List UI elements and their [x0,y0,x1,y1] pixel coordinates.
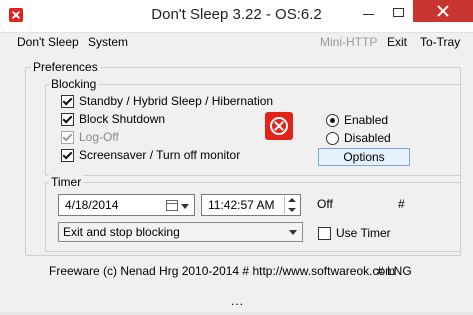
log-off-checkbox-box[interactable] [61,130,74,144]
title-bar: Don't Sleep 3.22 - OS:6.2 [0,0,473,33]
radio-disabled[interactable]: Disabled [326,131,391,145]
screensaver-checkbox-box[interactable] [61,148,74,162]
blocking-label: Blocking [49,77,99,91]
standby-label: Standby / Hybrid Sleep / Hibernation [79,94,274,108]
checkbox-screensaver[interactable]: Screensaver / Turn off monitor [61,148,240,162]
menu-exit[interactable]: Exit [387,35,407,49]
date-picker[interactable]: 4/18/2014 [58,194,195,216]
timer-label: Timer [49,175,84,189]
footer-text[interactable]: Freeware (c) Nenad Hrg 2010-2014 # http:… [49,264,395,278]
menu-dont-sleep[interactable]: Don't Sleep [17,35,79,49]
block-shutdown-label: Block Shutdown [79,112,166,126]
preferences-label: Preferences [31,60,100,74]
screensaver-label: Screensaver / Turn off monitor [79,148,241,162]
radio-enabled[interactable]: Enabled [326,113,388,127]
minimize-button[interactable] [354,0,384,24]
timer-status: Off [317,197,333,211]
enabled-radio-dot[interactable] [326,113,339,127]
timer-action-value: Exit and stop blocking [63,225,180,239]
language-link[interactable]: # LNG [377,264,412,278]
calendar-icon[interactable] [166,200,178,211]
date-value: 4/18/2014 [65,198,119,212]
log-off-label: Log-Off [79,130,119,144]
use-timer-label: Use Timer [336,226,391,240]
close-button[interactable] [413,0,473,22]
enabled-label: Enabled [344,113,389,127]
timer-hash: # [398,197,405,211]
spinner-icon[interactable] [284,196,299,214]
checkbox-log-off[interactable]: Log-Off [61,130,119,144]
stop-icon [265,112,293,140]
standby-checkbox-box[interactable] [61,94,74,108]
block-shutdown-checkbox-box[interactable] [61,112,74,126]
time-value: 11:42:57 AM [208,198,275,212]
options-button[interactable]: Options [318,148,410,166]
checkbox-use-timer[interactable]: Use Timer [318,226,391,240]
menu-bar: Don't Sleep System Mini-HTTP Exit To-Tra… [0,33,473,51]
menu-to-tray[interactable]: To-Tray [420,35,460,49]
more-indicator[interactable]: ... [231,294,244,308]
use-timer-checkbox-box[interactable] [318,226,331,240]
timer-action-select[interactable]: Exit and stop blocking [58,222,303,242]
time-picker[interactable]: 11:42:57 AM [201,194,301,216]
checkbox-standby[interactable]: Standby / Hybrid Sleep / Hibernation [61,94,273,108]
checkbox-block-shutdown[interactable]: Block Shutdown [61,112,165,126]
disabled-radio-dot[interactable] [326,131,339,145]
menu-system[interactable]: System [88,35,128,49]
menu-mini-http[interactable]: Mini-HTTP [320,35,377,49]
chevron-down-icon[interactable] [289,230,297,235]
disabled-label: Disabled [344,131,391,145]
maximize-button[interactable] [384,0,414,24]
chevron-down-icon[interactable] [181,204,189,209]
